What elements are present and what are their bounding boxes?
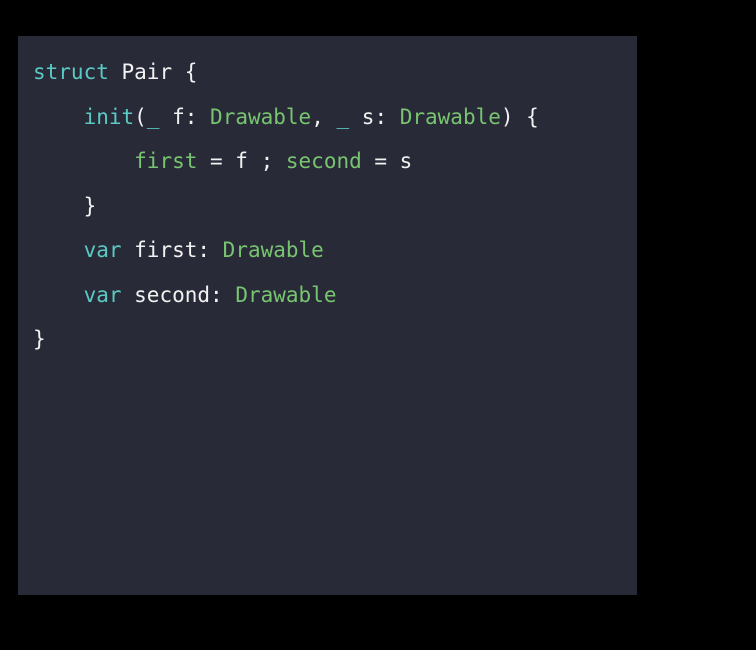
code-token-plain: { xyxy=(184,60,198,84)
code-token-type: Drawable xyxy=(399,104,501,129)
code-token-keyword: struct xyxy=(33,60,109,84)
code-token-type: Drawable xyxy=(235,282,337,307)
code-token-plain: = f ; xyxy=(197,149,286,173)
code-token-plain: ) { xyxy=(500,104,539,129)
screen-canvas: struct Pair { init(_ f: Drawable, _ s: D… xyxy=(0,0,756,650)
code-line: } xyxy=(33,184,637,229)
code-line: } xyxy=(33,317,637,362)
code-token-plain: s: xyxy=(349,104,400,129)
code-token-keyword: init xyxy=(83,104,135,129)
code-token-plain: second: xyxy=(121,282,236,307)
code-token-keyword: _ xyxy=(336,104,350,129)
code-line: var second: Drawable xyxy=(33,273,637,318)
code-line: struct Pair { xyxy=(33,50,637,95)
code-token-type: Drawable xyxy=(210,104,312,129)
code-line: init(_ f: Drawable, _ s: Drawable) { xyxy=(33,95,637,140)
code-token-keyword: var xyxy=(83,282,122,307)
code-token-property: first xyxy=(134,149,198,173)
code-token-property: second xyxy=(285,149,362,173)
code-line: first = f ; second = s xyxy=(33,139,637,184)
code-token-type: Drawable xyxy=(222,238,324,262)
code-token-plain: } xyxy=(33,327,46,351)
code-token-plain: Pair xyxy=(121,60,173,84)
code-token-keyword: var xyxy=(83,238,122,262)
code-token-plain: , xyxy=(311,104,337,129)
code-token-plain: first: xyxy=(121,238,223,262)
code-line: var first: Drawable xyxy=(33,228,637,273)
code-token-plain: f: xyxy=(159,104,211,129)
code-token-plain: } xyxy=(83,193,97,218)
code-token-keyword: _ xyxy=(146,104,160,129)
code-block[interactable]: struct Pair { init(_ f: Drawable, _ s: D… xyxy=(33,50,637,362)
code-token-plain: ( xyxy=(134,104,147,129)
code-token-plain: = s xyxy=(361,149,413,173)
code-panel[interactable]: struct Pair { init(_ f: Drawable, _ s: D… xyxy=(18,36,637,595)
